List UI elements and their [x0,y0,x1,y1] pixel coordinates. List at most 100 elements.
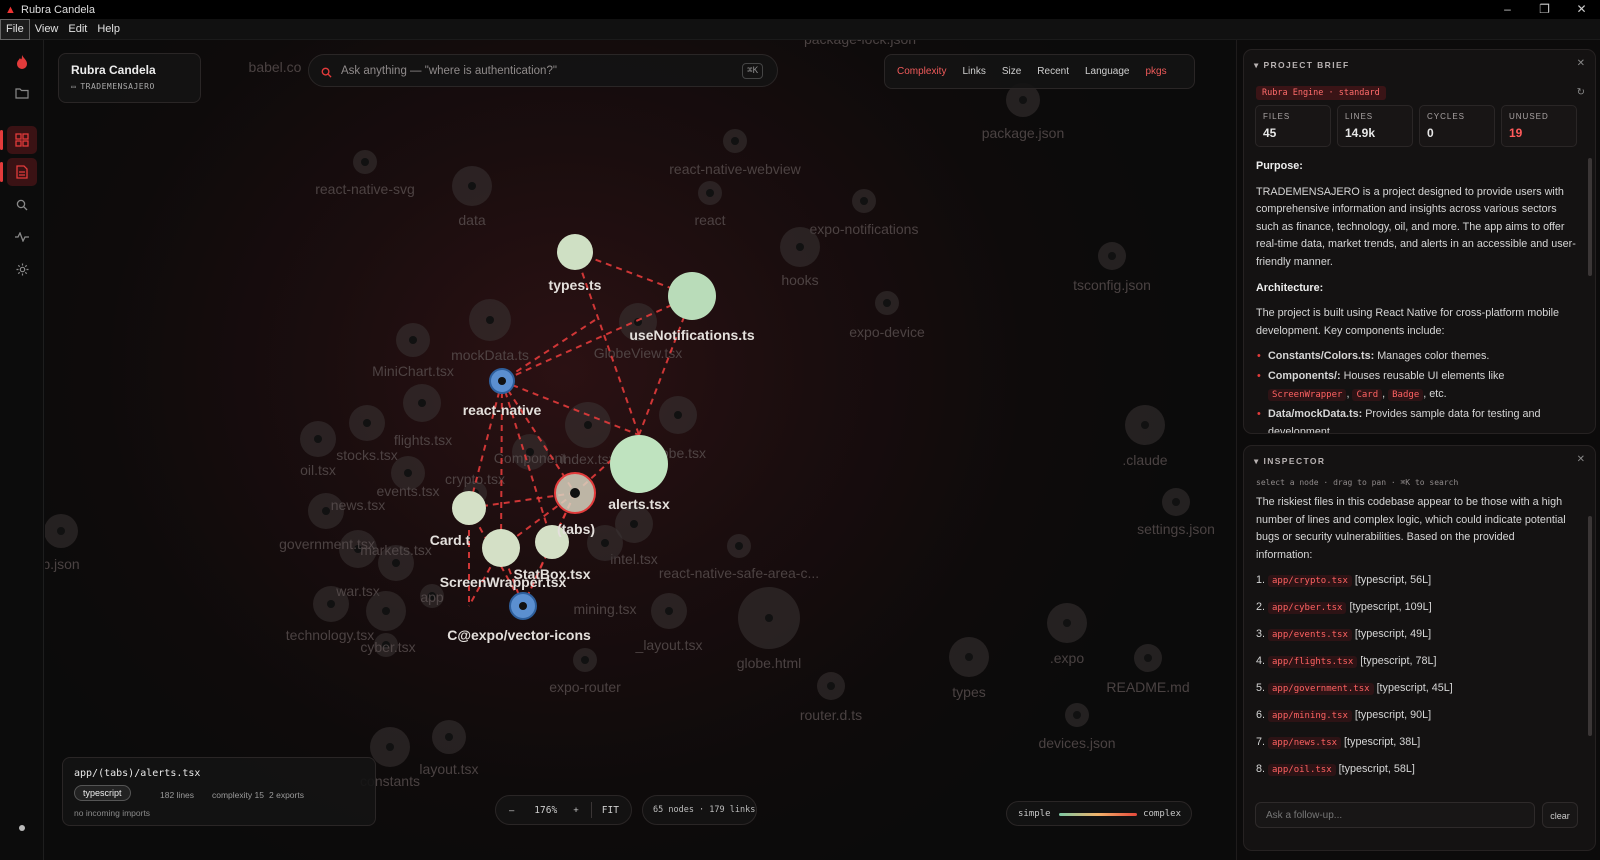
project-folder: ▭ TRADEMENSAJERO [71,82,155,91]
menu-edit[interactable]: Edit [63,19,92,40]
graph-node-active[interactable] [482,529,520,567]
node-core [445,733,453,741]
graph-node-active[interactable] [557,234,593,270]
node-label: react-native-safe-area-c... [659,565,819,581]
risk-item[interactable]: 3. app/events.tsx [typescript, 49L] [1256,626,1574,645]
node-core [404,469,412,477]
brief-scrollbar[interactable] [1588,158,1592,276]
close-icon[interactable]: ✕ [1577,58,1585,69]
node-label: babel.co [249,59,302,75]
complexity-legend: simple complex [1006,801,1192,826]
node-label-active: (tabs) [557,521,595,537]
node-core [765,614,773,622]
menu-file[interactable]: File [0,18,30,40]
search-bar[interactable]: Ask anything — "where is authentication?… [308,54,778,87]
inspector: ▾ INSPECTOR select a node · drag to pan … [1243,445,1596,851]
zoom-in-button[interactable]: + [573,805,579,816]
zoom-out-button[interactable]: – [509,805,514,816]
legend-gradient [1059,813,1137,816]
restore-button[interactable]: ❐ [1526,0,1563,19]
search-shortcut: ⌘K [742,63,763,79]
node-core [519,602,527,610]
brief-header[interactable]: ▾ PROJECT BRIEF [1254,60,1350,71]
language-chip: typescript [74,785,131,801]
purpose-text: TRADEMENSAJERO is a project designed to … [1256,185,1576,268]
node-label: mining.tsx [573,601,636,617]
tab-size[interactable]: Size [994,66,1029,77]
tab-language[interactable]: Language [1077,66,1138,77]
node-label: p.json [45,556,80,572]
node-core [486,316,494,324]
stat-unused: UNUSED 19 [1501,105,1577,147]
close-button[interactable]: ✕ [1563,0,1600,19]
node-link-count: 65 nodes · 179 links [653,805,756,815]
node-label: news.tsx [331,497,385,513]
engine-badge: Rubra Engine · standard [1256,86,1386,100]
flame-icon[interactable] [7,48,37,76]
node-label: MiniChart.tsx [372,363,454,379]
followup-input[interactable]: Ask a follow-up... [1255,802,1535,828]
folder-icon[interactable] [7,79,37,107]
node-label: expo-notifications [810,221,919,237]
node-label: flights.tsx [394,432,452,448]
node-core [731,137,739,145]
node-label: globe.html [737,655,802,671]
tab-complexity[interactable]: Complexity [889,66,954,77]
node-core [883,299,891,307]
graph-node-active[interactable] [610,435,668,493]
gear-icon[interactable] [7,255,37,283]
risk-item[interactable]: 5. app/government.tsx [typescript, 45L] [1256,680,1574,699]
menu-help[interactable]: Help [92,19,125,40]
grid-icon[interactable] [7,126,37,154]
node-label: crypto.tsx [445,471,505,487]
inspector-header[interactable]: ▾ INSPECTOR [1254,456,1325,467]
close-icon[interactable]: ✕ [1577,454,1585,465]
tab-pkgs[interactable]: pkgs [1137,66,1174,77]
minimize-button[interactable]: – [1489,0,1526,19]
risk-item[interactable]: 6. app/mining.tsx [typescript, 90L] [1256,707,1574,726]
node-label: react-native-webview [669,161,801,177]
graph-node-active[interactable] [668,272,716,320]
clear-button[interactable]: clear [1542,802,1578,828]
inspector-intro: The riskiest files in this codebase appe… [1256,496,1566,561]
window-controls: – ❐ ✕ [1489,0,1600,19]
dependency-graph[interactable]: babel.co package-lock.json package.json rea… [45,40,1235,860]
risk-item[interactable]: 8. app/oil.tsx [typescript, 58L] [1256,761,1574,780]
risk-item[interactable]: 4. app/flights.tsx [typescript, 78L] [1256,653,1574,672]
risk-item[interactable]: 2. app/cyber.tsx [typescript, 109L] [1256,599,1574,618]
node-core [1172,498,1180,506]
node-label: app [420,589,444,605]
project-name: Rubra Candela [71,63,156,77]
pulse-icon[interactable] [7,223,37,251]
tab-links[interactable]: Links [954,66,993,77]
search-icon[interactable] [7,191,37,219]
title-bar: ▲ Rubra Candela – ❐ ✕ [0,0,1600,19]
graph-node-active[interactable] [452,491,486,525]
refresh-icon[interactable]: ↻ [1577,87,1585,98]
selected-path: app/(tabs)/alerts.tsx [74,768,201,779]
node-label-active: C@expo/vector-icons [447,627,591,643]
complexity-value: complexity 15 [212,790,264,800]
node-label: mockData.ts [451,347,529,363]
fit-button[interactable]: FIT [602,805,619,816]
project-card[interactable]: Rubra Candela ▭ TRADEMENSAJERO [58,53,201,103]
legend-high: complex [1143,809,1181,819]
risk-item[interactable]: 1. app/crypto.tsx [typescript, 56L] [1256,572,1574,591]
risk-item[interactable]: 7. app/news.tsx [typescript, 38L] [1256,734,1574,753]
node-core [965,653,973,661]
selection-card: app/(tabs)/alerts.tsx typescript 182 lin… [62,757,376,826]
graph-canvas[interactable]: babel.co package-lock.json package.json rea… [45,40,1235,860]
tab-recent[interactable]: Recent [1029,66,1077,77]
file-icon[interactable] [7,158,37,186]
flame-icon: ▲ [5,3,16,16]
menu-view[interactable]: View [30,19,64,40]
node-label: stocks.tsx [336,447,397,463]
brief-body: Purpose: TRADEMENSAJERO is a project des… [1256,158,1578,433]
node-core [860,197,868,205]
node-core [1141,421,1149,429]
node-label: expo-device [849,324,925,340]
inspector-scrollbar[interactable] [1588,516,1592,736]
list-item: Components/: Houses reusable UI elements… [1256,368,1578,404]
node-core [630,520,638,528]
search-input[interactable]: Ask anything — "where is authentication?… [341,65,557,77]
